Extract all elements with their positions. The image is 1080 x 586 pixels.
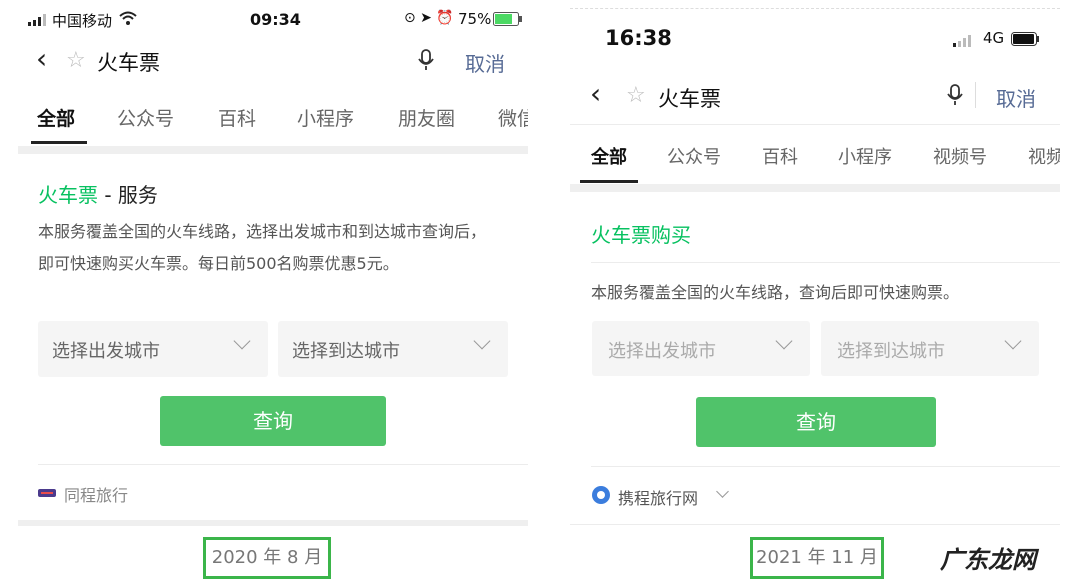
bottom-separator xyxy=(18,520,528,526)
signal-icon xyxy=(28,12,48,30)
provider-name[interactable]: 携程旅行网 xyxy=(618,485,698,509)
departure-city-placeholder: 选择出发城市 xyxy=(608,341,716,362)
back-button[interactable]: ‹ xyxy=(590,77,601,110)
right-phone-screenshot: 16:38 4G ‹ ☆ 火车票 取消 全部 公众号 百科 小程序 视频号 视频… xyxy=(560,0,1080,586)
watermark-logo: 广东龙网 xyxy=(940,546,1036,574)
card-description: 本服务覆盖全国的火车线路，选择出发城市和到达城市查询后，即可快速购买火车票。每日… xyxy=(38,222,487,273)
arrival-city-select[interactable]: 选择到达城市 xyxy=(821,321,1039,376)
chevron-down-icon[interactable] xyxy=(716,485,729,498)
left-phone-screenshot: 中国移动 09:34 ⊙ ➤ ⏰ 75% ‹ ☆ 火车票 取消 全部 公众号 百… xyxy=(0,0,545,586)
chevron-down-icon xyxy=(775,332,793,350)
status-time: 09:34 xyxy=(250,10,301,29)
card-divider xyxy=(38,464,528,465)
card-title: 火车票购买 xyxy=(591,223,691,247)
card-description: 本服务覆盖全国的火车线路，查询后即可快速购票。 xyxy=(591,283,960,302)
card-title-suffix: - 服务 xyxy=(98,183,158,207)
status-time: 16:38 xyxy=(605,26,672,50)
arrival-city-placeholder: 选择到达城市 xyxy=(837,341,945,362)
arrival-city-placeholder: 选择到达城市 xyxy=(292,341,400,362)
tab-official-accounts[interactable]: 公众号 xyxy=(667,143,721,169)
cancel-button[interactable]: 取消 xyxy=(996,83,1036,112)
search-star-icon: ☆ xyxy=(626,83,646,108)
tab-moments[interactable]: 朋友圈 xyxy=(398,104,455,131)
microphone-icon[interactable] xyxy=(947,84,963,110)
provider-name[interactable]: 同程旅行 xyxy=(64,482,128,506)
tab-encyclopedia[interactable]: 百科 xyxy=(218,104,256,131)
tab-mini-programs[interactable]: 小程序 xyxy=(838,143,892,169)
date-label: 2021 年 11 月 xyxy=(750,537,884,579)
section-separator xyxy=(570,184,1060,192)
provider-logo-icon xyxy=(38,485,56,504)
tab-video[interactable]: 视频 xyxy=(1028,143,1060,169)
tab-all[interactable]: 全部 xyxy=(37,104,75,131)
tab-channels[interactable]: 视频号 xyxy=(933,143,987,169)
microphone-icon[interactable] xyxy=(418,49,434,75)
departure-city-select[interactable]: 选择出发城市 xyxy=(592,321,810,376)
departure-city-select[interactable]: 选择出发城市 xyxy=(38,321,268,377)
search-query[interactable]: 火车票 xyxy=(658,83,721,113)
card-title: 火车票 - 服务 xyxy=(38,179,158,208)
network-label: 4G xyxy=(983,29,1005,47)
provider-logo-icon xyxy=(591,485,611,509)
bottom-divider xyxy=(570,524,1060,525)
query-button[interactable]: 查询 xyxy=(696,397,936,447)
wifi-icon xyxy=(119,11,137,29)
arrival-city-select[interactable]: 选择到达城市 xyxy=(278,321,508,377)
battery-icon xyxy=(1011,31,1041,50)
tab-wechat[interactable]: 微信 xyxy=(498,104,528,131)
signal-icon xyxy=(953,32,975,51)
carrier-label: 中国移动 xyxy=(52,12,113,30)
card-title-green: 火车票 xyxy=(38,183,98,207)
active-tab-indicator xyxy=(31,141,87,144)
back-button[interactable]: ‹ xyxy=(36,42,47,75)
search-star-icon: ☆ xyxy=(66,48,86,73)
tab-encyclopedia[interactable]: 百科 xyxy=(762,143,798,169)
query-button[interactable]: 查询 xyxy=(160,396,386,446)
active-tab-indicator xyxy=(580,180,638,183)
tab-official-accounts[interactable]: 公众号 xyxy=(117,104,174,131)
section-separator xyxy=(18,146,528,154)
battery-icon xyxy=(493,12,523,30)
card-divider xyxy=(591,466,1060,467)
chevron-down-icon xyxy=(473,332,491,350)
battery-percent: 75% xyxy=(458,10,492,28)
tab-all[interactable]: 全部 xyxy=(591,143,627,169)
chevron-down-icon xyxy=(1004,332,1022,350)
tab-mini-programs[interactable]: 小程序 xyxy=(297,104,354,131)
cancel-button[interactable]: 取消 xyxy=(465,48,505,77)
card-title-divider xyxy=(591,262,1060,263)
departure-city-placeholder: 选择出发城市 xyxy=(52,341,160,362)
header-divider xyxy=(570,124,1060,125)
chevron-down-icon xyxy=(233,332,251,350)
top-edge xyxy=(570,8,1060,9)
status-icons: ⊙ ➤ ⏰ xyxy=(404,10,454,26)
search-divider xyxy=(975,82,976,108)
date-label: 2020 年 8 月 xyxy=(203,537,331,579)
search-query[interactable]: 火车票 xyxy=(97,47,160,77)
